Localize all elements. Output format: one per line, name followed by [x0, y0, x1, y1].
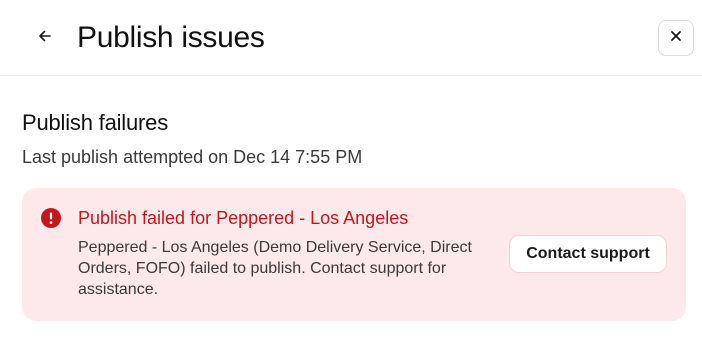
publish-issues-panel: Publish issues Publish failures Last pub…	[0, 0, 702, 340]
section-title: Publish failures	[22, 110, 168, 135]
close-button[interactable]	[658, 20, 694, 56]
close-icon	[669, 29, 683, 48]
publish-failure-alert: Publish failed for Peppered - Los Angele…	[22, 188, 686, 321]
contact-support-button[interactable]: Contact support	[509, 235, 667, 273]
error-circle-icon	[41, 208, 61, 228]
alert-message: Peppered - Los Angeles (Demo Delivery Se…	[78, 239, 472, 298]
panel-header: Publish issues	[0, 0, 702, 76]
page-title: Publish issues	[77, 21, 265, 54]
alert-title: Publish failed for Peppered - Los Angele…	[78, 208, 409, 228]
last-publish-timestamp: Last publish attempted on Dec 14 7:55 PM	[22, 147, 363, 167]
back-button[interactable]	[30, 23, 60, 53]
arrow-left-icon	[37, 28, 53, 49]
